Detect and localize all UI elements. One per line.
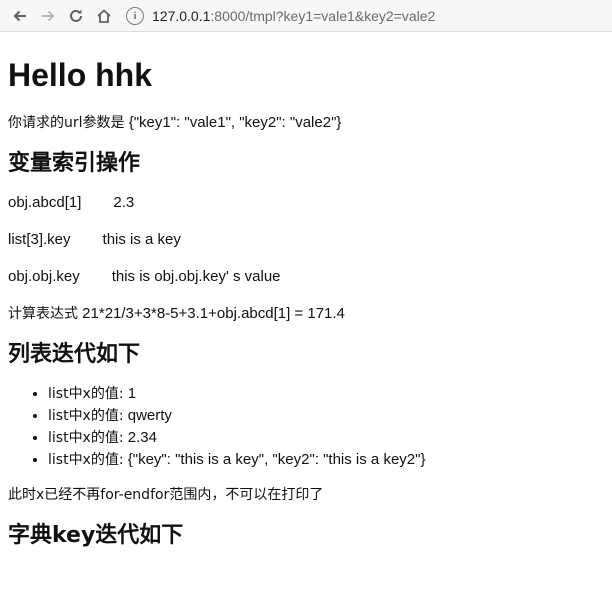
arrow-right-icon [42, 10, 55, 21]
intro-value: {"key1": "vale1", "key2": "vale2"} [128, 114, 342, 131]
address-bar[interactable]: i 127.0.0.1:8000/tmpl?key1=vale1&key2=va… [122, 3, 604, 29]
list-item: list中x的值: qwerty [48, 405, 604, 427]
info-icon[interactable]: i [126, 6, 144, 25]
arrow-left-icon [13, 10, 26, 21]
list-item: list中x的值: 1 [48, 383, 604, 405]
section-list-heading: 列表迭代如下 [8, 342, 141, 367]
list-item-label: list中x的值: [48, 408, 124, 424]
index-op-row: obj.abcd[1] 2.3 [8, 192, 604, 213]
index-op-value: 2.3 [113, 194, 135, 211]
list-item-label: list中x的值: [48, 430, 124, 446]
reload-icon [70, 9, 82, 22]
reload-button[interactable] [62, 2, 90, 30]
index-op-expr: obj.abcd[1] [8, 194, 82, 211]
url-path: :8000/tmpl?key1=vale1&key2=vale2 [210, 7, 436, 24]
home-button[interactable] [90, 2, 118, 30]
browser-toolbar: i 127.0.0.1:8000/tmpl?key1=vale1&key2=va… [0, 0, 612, 32]
forward-button[interactable] [34, 2, 62, 30]
url-host: 127.0.0.1 [152, 7, 211, 24]
list-item-value: qwerty [127, 407, 172, 424]
list-iteration: list中x的值: 1 list中x的值: qwerty list中x的值: 2… [8, 383, 604, 471]
list-item-label: list中x的值: [48, 452, 124, 468]
intro-prefix: 你请求的url参数是 [8, 115, 125, 131]
list-item-value: {"key": "this is a key", "key2": "this i… [127, 451, 426, 468]
index-op-expr: list[3].key [8, 231, 71, 248]
index-op-row: list[3].key this is a key [8, 229, 604, 250]
list-item-label: list中x的值: [48, 386, 124, 402]
index-op-value: this is obj.obj.key' s value [111, 268, 281, 285]
index-op-expr: obj.obj.key [8, 268, 80, 285]
after-loop-text: 此时x已经不再for-endfor范围内，不可以在打印了 [8, 487, 324, 503]
calc-prefix: 计算表达式 [8, 306, 78, 322]
index-op-value: this is a key [102, 231, 181, 248]
list-item: list中x的值: {"key": "this is a key", "key2… [48, 449, 604, 471]
list-item-value: 2.34 [127, 429, 157, 446]
section-index-heading: 变量索引操作 [8, 151, 141, 176]
section-dict-heading: 字典key迭代如下 [8, 523, 184, 548]
back-button[interactable] [6, 2, 34, 30]
page-title: Hello hhk [8, 57, 153, 93]
page-content: Hello hhk 你请求的url参数是 {"key1": "vale1", "… [0, 56, 612, 550]
calc-expression: 计算表达式 21*21/3+3*8-5+3.1+obj.abcd[1] = 17… [8, 303, 604, 325]
index-op-row: obj.obj.key this is obj.obj.key' s value [8, 266, 604, 287]
intro-text: 你请求的url参数是 {"key1": "vale1", "key2": "va… [8, 112, 604, 134]
calc-expr: 21*21/3+3*8-5+3.1+obj.abcd[1] = 171.4 [82, 305, 345, 322]
home-icon [97, 8, 111, 23]
list-item: list中x的值: 2.34 [48, 427, 604, 449]
list-item-value: 1 [127, 385, 137, 402]
